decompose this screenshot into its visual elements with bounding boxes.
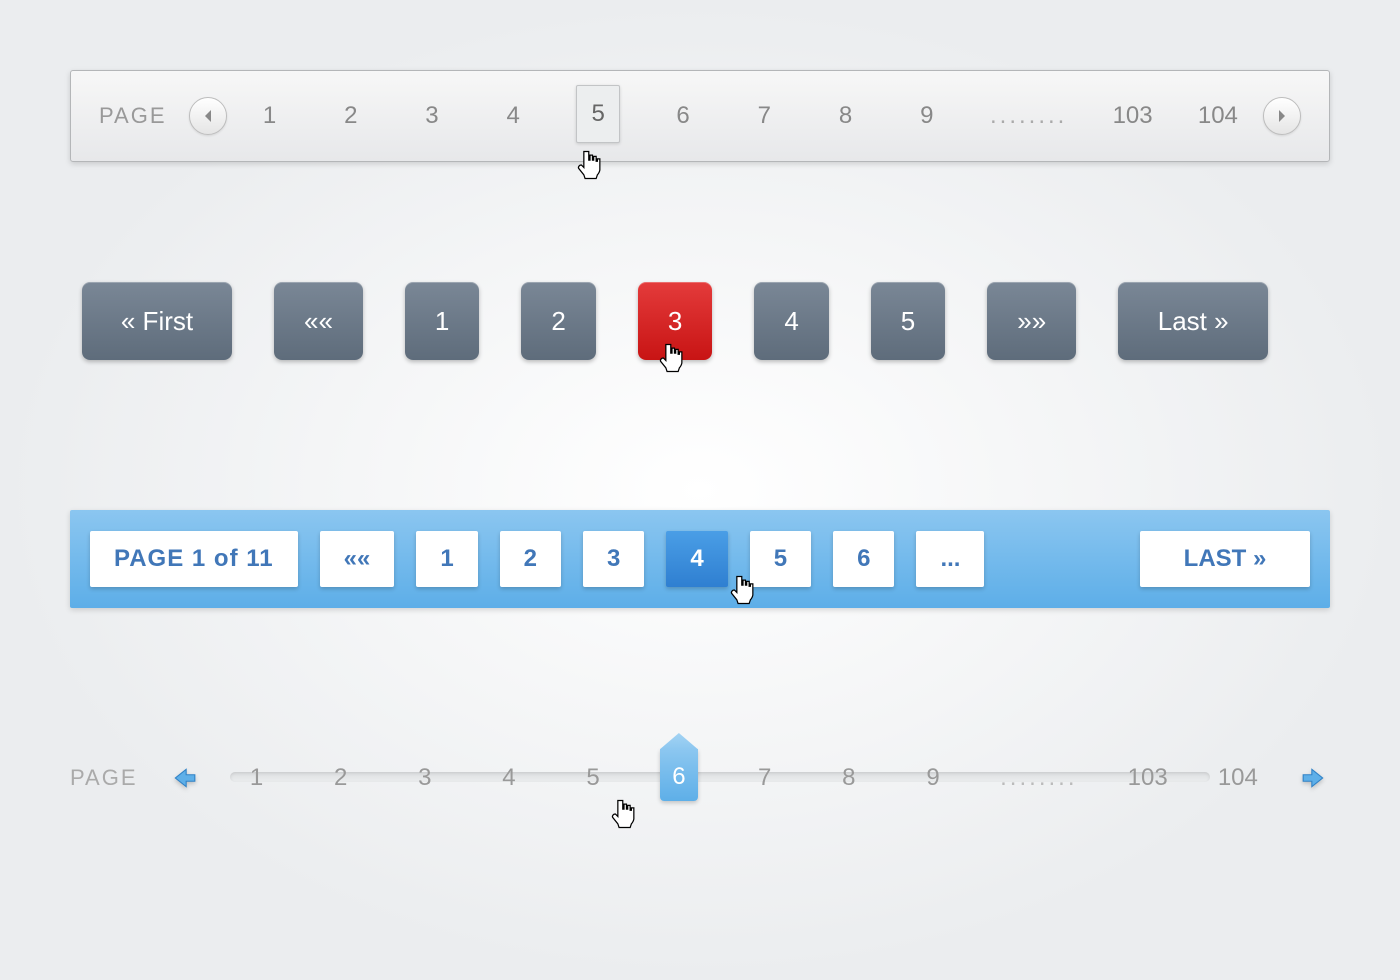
page-info: PAGE 1 of 11	[90, 531, 298, 587]
page-number[interactable]: 4	[666, 531, 727, 587]
page-number[interactable]: 9	[916, 764, 950, 792]
page-number[interactable]: 6	[833, 531, 894, 587]
ellipsis: ...	[916, 531, 984, 587]
pagination-style-blue: PAGE 1 of 11 «« 123456... LAST »	[70, 510, 1330, 608]
page-number[interactable]: 5	[576, 85, 619, 143]
page-number[interactable]: 6	[660, 749, 697, 801]
next-button[interactable]	[1298, 762, 1330, 794]
page-label: PAGE	[99, 103, 167, 129]
page-number[interactable]: 8	[828, 102, 864, 130]
page-number[interactable]: 3	[583, 531, 644, 587]
page-number[interactable]: 4	[754, 282, 828, 360]
ellipsis: ........	[1000, 764, 1077, 792]
page-number[interactable]: 2	[521, 282, 595, 360]
page-number[interactable]: 3	[408, 764, 442, 792]
page-number[interactable]: 1	[405, 282, 479, 360]
arrow-left-icon	[169, 765, 199, 791]
page-number[interactable]: 103	[1128, 764, 1168, 792]
page-label: PAGE	[70, 765, 138, 791]
chevron-right-icon	[1277, 109, 1287, 123]
page-number[interactable]: 1	[240, 764, 274, 792]
page-number[interactable]: 5	[576, 764, 610, 792]
cursor-hand-icon	[576, 149, 604, 181]
page-number[interactable]: 4	[495, 102, 531, 130]
pagination-style-slate: « First «« 12345 »» Last »	[70, 282, 1330, 360]
page-number[interactable]: 8	[832, 764, 866, 792]
page-number-list: 123456789........103104	[227, 89, 1263, 143]
page-number[interactable]: 3	[414, 102, 450, 130]
last-button[interactable]: LAST »	[1140, 531, 1310, 587]
page-number[interactable]: 5	[750, 531, 811, 587]
pagination-style-gray: PAGE 1 2 3 4 5 6 7 8 9........ 103 104	[70, 70, 1330, 162]
page-number[interactable]: 7	[748, 764, 782, 792]
prev-button[interactable]	[189, 97, 227, 135]
page-number[interactable]: 9	[909, 102, 945, 130]
page-number[interactable]: 1	[252, 102, 288, 130]
page-number[interactable]: 6	[665, 102, 701, 130]
last-button[interactable]: Last »	[1118, 282, 1268, 360]
page-number[interactable]: 5	[871, 282, 945, 360]
prev-button[interactable]: ««	[274, 282, 363, 360]
page-number[interactable]: 104	[1218, 764, 1258, 792]
page-number[interactable]: 7	[746, 102, 782, 130]
page-number[interactable]: 2	[333, 102, 369, 130]
page-number[interactable]: 103	[1113, 102, 1153, 130]
prev-button[interactable]	[168, 762, 200, 794]
page-number[interactable]: 2	[500, 531, 561, 587]
page-number[interactable]: 1	[416, 531, 477, 587]
page-number[interactable]: 4	[492, 764, 526, 792]
next-button[interactable]: »»	[987, 282, 1076, 360]
page-number[interactable]: 104	[1198, 102, 1238, 130]
next-button[interactable]	[1263, 97, 1301, 135]
ellipsis: ........	[990, 102, 1067, 130]
page-number-list: 123456789........103104	[200, 755, 1298, 801]
pagination-style-ribbon: PAGE 1 2 3 4 5 6 7 8 9........ 103 104	[70, 738, 1330, 818]
prev-button[interactable]: ««	[320, 531, 395, 587]
page-number[interactable]: 2	[324, 764, 358, 792]
arrow-right-icon	[1299, 765, 1329, 791]
page-number[interactable]: 3	[638, 282, 712, 360]
chevron-left-icon	[203, 109, 213, 123]
first-button[interactable]: « First	[82, 282, 232, 360]
